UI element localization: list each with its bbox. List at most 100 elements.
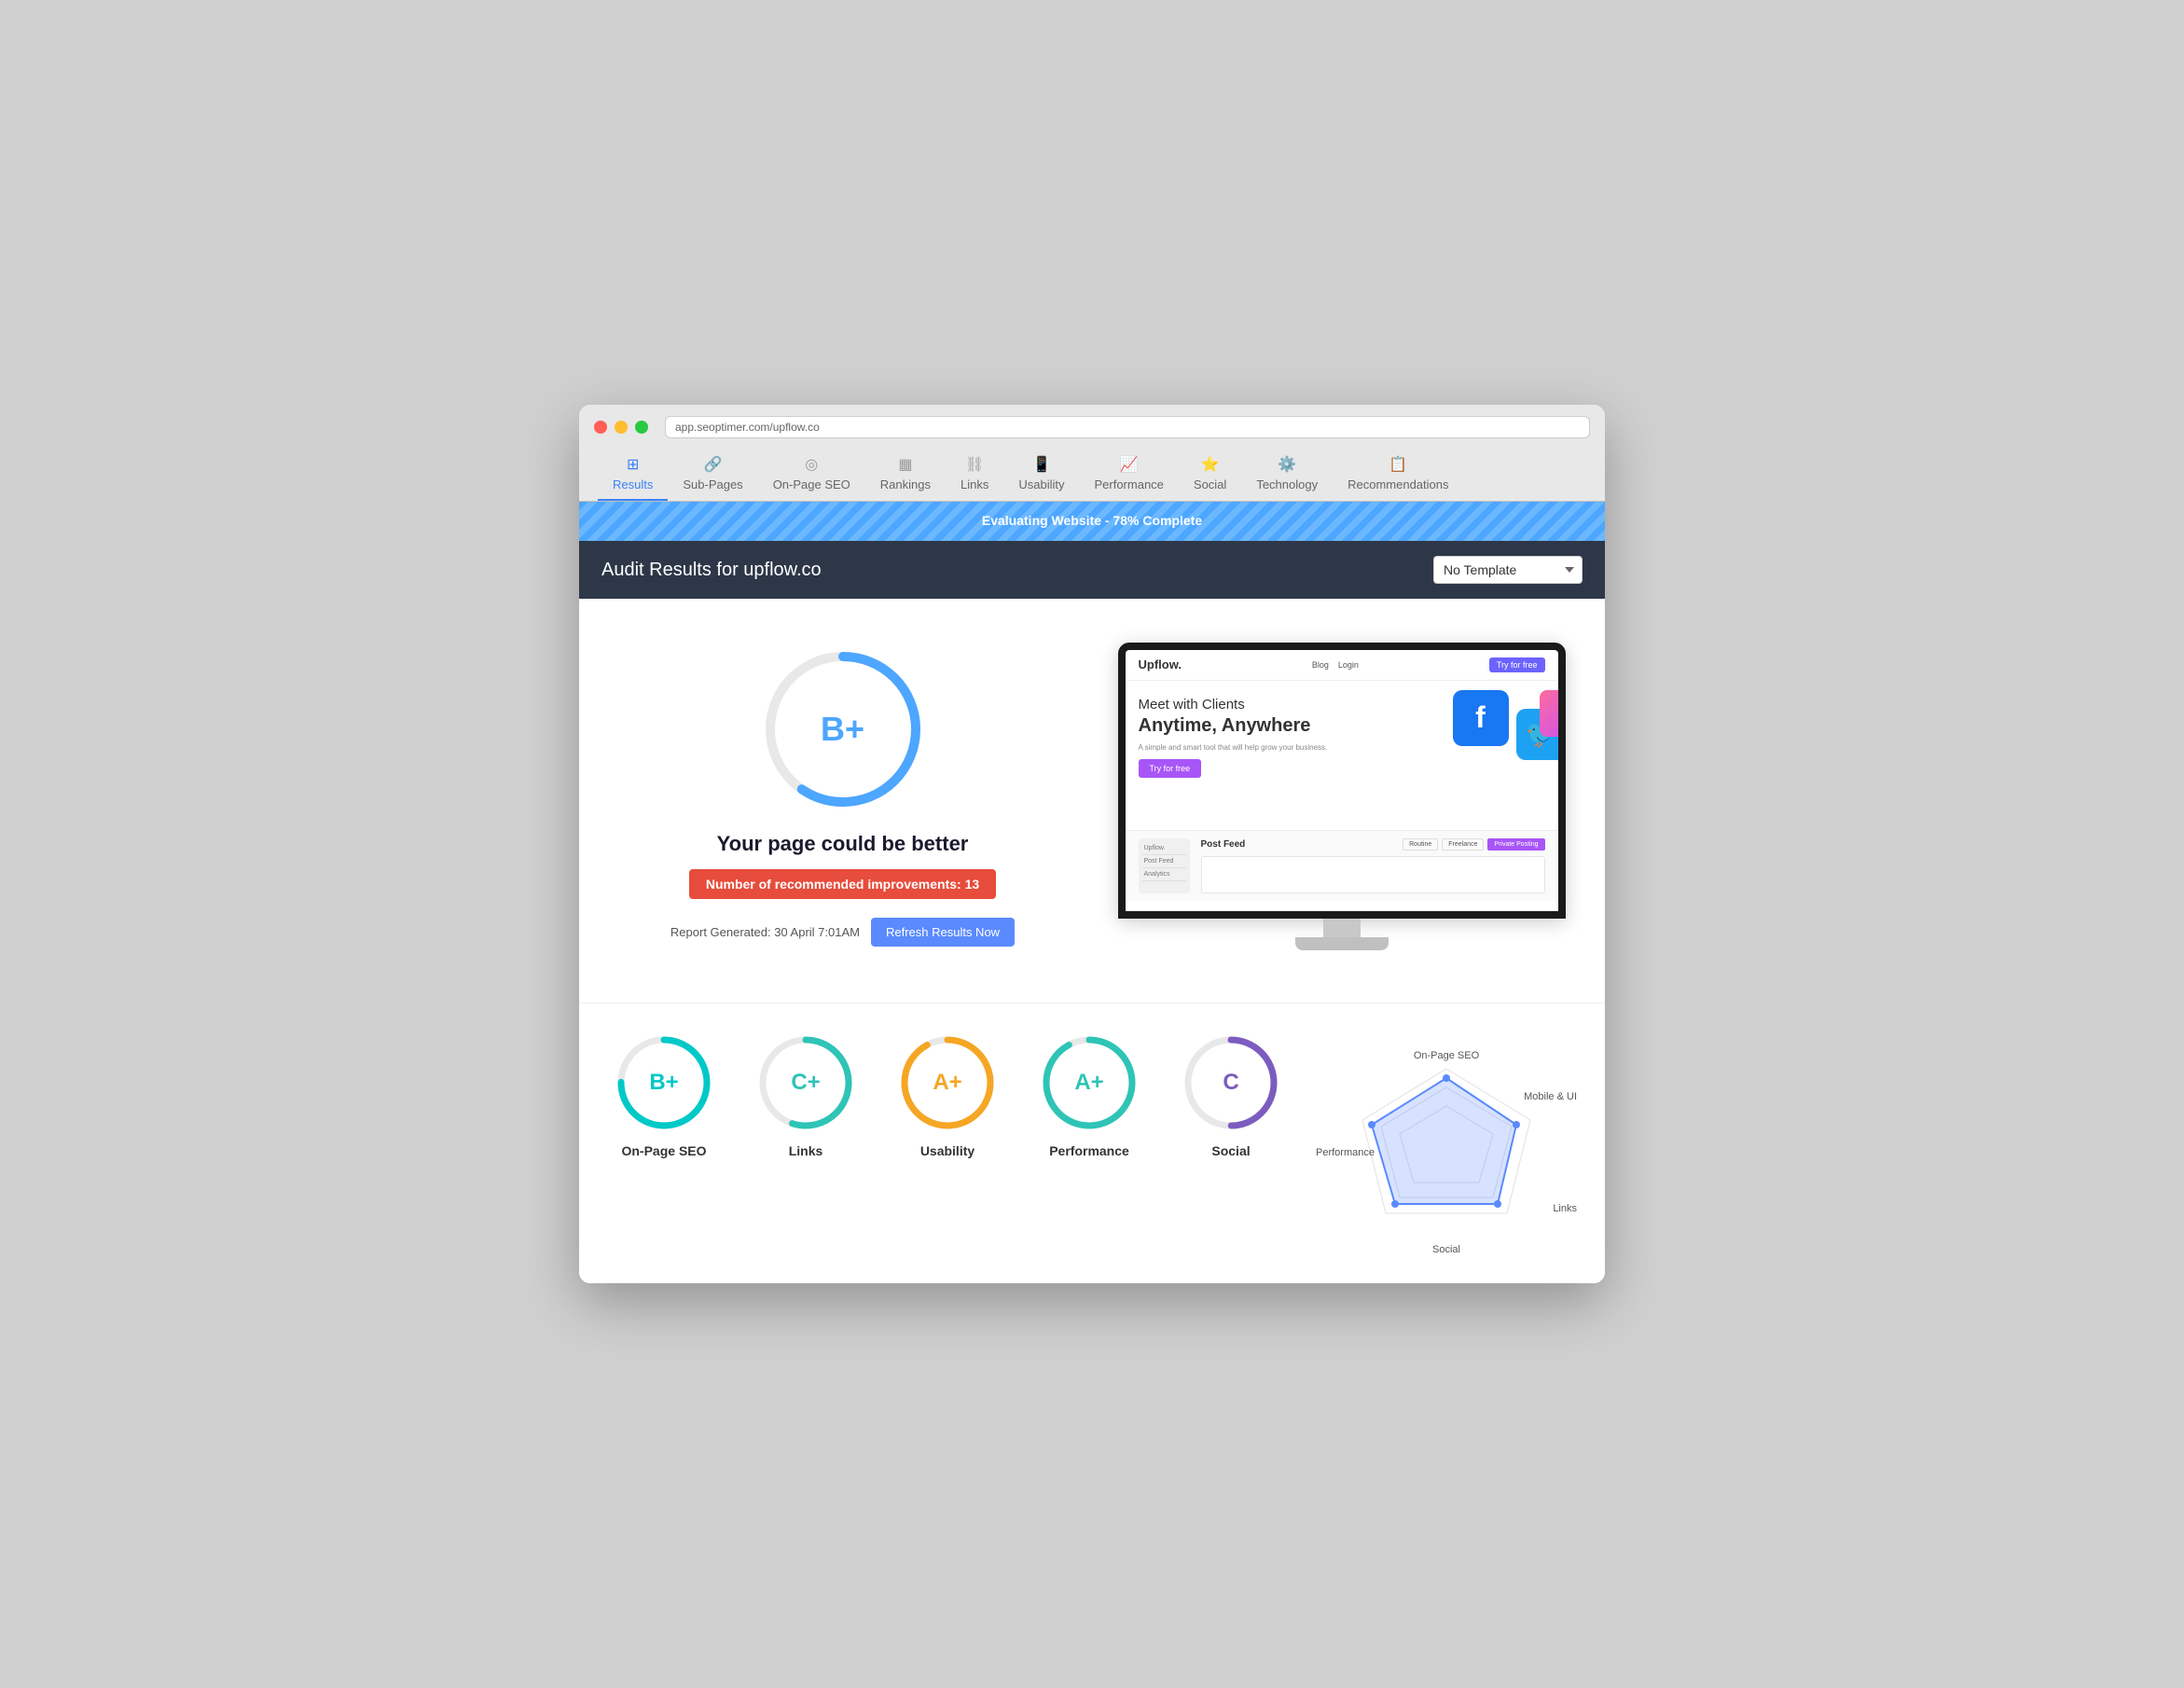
template-select[interactable]: No Template E-commerce Blog Corporate — [1433, 556, 1583, 584]
usability-icon: 📱 — [1032, 455, 1051, 474]
mock-panel-title: Post Feed — [1201, 839, 1246, 850]
mock-panel-content — [1201, 856, 1545, 893]
results-icon: ⊞ — [627, 455, 639, 474]
tab-results-label: Results — [613, 477, 653, 491]
progress-text: Evaluating Website - 78% Complete — [982, 513, 1202, 528]
grade-name-on-page-seo: On-Page SEO — [621, 1143, 706, 1158]
mock-sidebar: Upflow. Post Feed Analytics — [1139, 838, 1190, 893]
grade-label-on-page-seo: B+ — [649, 1070, 678, 1096]
minimize-button[interactable] — [615, 421, 628, 434]
recommendations-icon: 📋 — [1389, 455, 1407, 474]
mock-try-btn[interactable]: Try for free — [1139, 759, 1202, 778]
maximize-button[interactable] — [635, 421, 648, 434]
nav-tabs: ⊞ Results 🔗 Sub-Pages ◎ On-Page SEO ▦ Ra… — [594, 448, 1590, 501]
monitor-stand-base — [1295, 937, 1389, 950]
grade-item-links: C+ Links — [740, 1031, 872, 1158]
tab-on-page-seo-label: On-Page SEO — [773, 477, 850, 491]
radar-label-social: Social — [1432, 1244, 1460, 1255]
rankings-icon: ▦ — [898, 455, 912, 474]
tab-links-label: Links — [961, 477, 988, 491]
tab-usability-label: Usability — [1018, 477, 1064, 491]
links-icon: ⛓ — [965, 455, 984, 474]
grade-circle-usability: A+ — [896, 1031, 999, 1134]
radar-section: On-Page SEO Mobile & UI Links Social Per… — [1306, 1031, 1586, 1274]
grade-name-links: Links — [789, 1143, 823, 1158]
audit-title: Audit Results for upflow.co — [601, 560, 822, 581]
grade-name-performance: Performance — [1049, 1143, 1129, 1158]
score-headline: Your page could be better — [717, 832, 969, 856]
main-grade-circle: B+ — [759, 645, 927, 813]
tab-social[interactable]: ⭐ Social — [1179, 448, 1241, 501]
mock-logo: Upflow. — [1139, 657, 1182, 671]
report-date: Report Generated: 30 April 7:01AM — [670, 925, 860, 939]
mock-social-icons: f 🐦 — [1453, 690, 1558, 760]
mock-panel-btn-routine[interactable]: Routine — [1403, 838, 1438, 851]
grade-label-links: C+ — [791, 1070, 820, 1096]
sub-pages-icon: 🔗 — [704, 455, 723, 474]
radar-chart: On-Page SEO Mobile & UI Links Social Per… — [1325, 1050, 1568, 1255]
refresh-button[interactable]: Refresh Results Now — [871, 918, 1015, 947]
mock-sidebar-postfeed: Post Feed — [1142, 855, 1186, 868]
grades-section: B+ On-Page SEO C+ Links — [579, 1003, 1605, 1283]
tab-social-label: Social — [1194, 477, 1226, 491]
mock-nav-login: Login — [1338, 660, 1359, 670]
radar-label-performance: Performance — [1316, 1147, 1375, 1158]
monitor-screen: Upflow. Blog Login Try for free — [1118, 643, 1566, 919]
browser-content: Evaluating Website - 78% Complete Audit … — [579, 502, 1605, 1283]
tab-rankings[interactable]: ▦ Rankings — [865, 448, 946, 501]
score-section: B+ Your page could be better Number of r… — [607, 627, 1078, 965]
mock-main-panel: Post Feed Routine Freelance Private Post… — [1201, 838, 1545, 893]
mock-try-free-nav[interactable]: Try for free — [1489, 657, 1545, 672]
grade-item-usability: A+ Usability — [881, 1031, 1014, 1158]
grade-name-social: Social — [1211, 1143, 1250, 1158]
tab-recommendations-label: Recommendations — [1348, 477, 1448, 491]
tab-recommendations[interactable]: 📋 Recommendations — [1333, 448, 1463, 501]
technology-icon: ⚙️ — [1278, 455, 1296, 474]
performance-icon: 📈 — [1120, 455, 1139, 474]
monitor-screen-inner: Upflow. Blog Login Try for free — [1126, 650, 1558, 911]
main-grade-text: B+ — [821, 710, 864, 749]
tab-rankings-label: Rankings — [880, 477, 931, 491]
progress-banner: Evaluating Website - 78% Complete — [579, 502, 1605, 541]
close-button[interactable] — [594, 421, 607, 434]
monitor: Upflow. Blog Login Try for free — [1118, 643, 1566, 950]
grade-circle-links: C+ — [754, 1031, 857, 1134]
results-grid: B+ Your page could be better Number of r… — [607, 627, 1577, 965]
tab-performance[interactable]: 📈 Performance — [1079, 448, 1178, 501]
browser-controls — [594, 416, 1590, 438]
tab-technology[interactable]: ⚙️ Technology — [1241, 448, 1333, 501]
mock-panel-btn-private[interactable]: Private Posting — [1487, 838, 1544, 851]
address-bar[interactable] — [665, 416, 1590, 438]
browser-window: ⊞ Results 🔗 Sub-Pages ◎ On-Page SEO ▦ Ra… — [579, 405, 1605, 1283]
grade-label-usability: A+ — [933, 1070, 961, 1096]
mock-sidebar-logo: Upflow. — [1142, 842, 1186, 855]
grade-label-social: C — [1223, 1070, 1238, 1096]
grade-item-social: C Social — [1165, 1031, 1297, 1158]
tab-on-page-seo[interactable]: ◎ On-Page SEO — [758, 448, 865, 501]
audit-header: Audit Results for upflow.co No Template … — [579, 541, 1605, 599]
grade-label-performance: A+ — [1074, 1070, 1103, 1096]
mock-hero: Meet with Clients Anytime, Anywhere A si… — [1126, 681, 1558, 830]
report-info: Report Generated: 30 April 7:01AM Refres… — [670, 918, 1015, 947]
website-preview-wrapper: Upflow. Blog Login Try for free — [1106, 643, 1577, 950]
mock-panel-header: Post Feed Routine Freelance Private Post… — [1201, 838, 1545, 851]
tab-usability[interactable]: 📱 Usability — [1003, 448, 1079, 501]
grade-item-on-page-seo: B+ On-Page SEO — [598, 1031, 730, 1158]
mock-panel-actions: Routine Freelance Private Posting — [1403, 838, 1544, 851]
radar-label-onpage: On-Page SEO — [1414, 1050, 1479, 1061]
mock-panel-btn-freelance[interactable]: Freelance — [1442, 838, 1484, 851]
browser-chrome: ⊞ Results 🔗 Sub-Pages ◎ On-Page SEO ▦ Ra… — [579, 405, 1605, 502]
tab-performance-label: Performance — [1094, 477, 1163, 491]
monitor-stand-neck — [1323, 919, 1361, 937]
radar-label-mobile: Mobile & UI — [1524, 1091, 1577, 1102]
grade-name-usability: Usability — [920, 1143, 975, 1158]
mock-nav-blog: Blog — [1312, 660, 1329, 670]
grade-item-performance: A+ Performance — [1023, 1031, 1155, 1158]
tab-results[interactable]: ⊞ Results — [598, 448, 668, 501]
mock-sidebar-analytics: Analytics — [1142, 868, 1186, 881]
main-content: B+ Your page could be better Number of r… — [579, 599, 1605, 1003]
monitor-stand — [1118, 919, 1566, 950]
tab-links[interactable]: ⛓ Links — [946, 448, 1003, 501]
tab-sub-pages[interactable]: 🔗 Sub-Pages — [668, 448, 757, 501]
grade-circle-performance: A+ — [1038, 1031, 1140, 1134]
